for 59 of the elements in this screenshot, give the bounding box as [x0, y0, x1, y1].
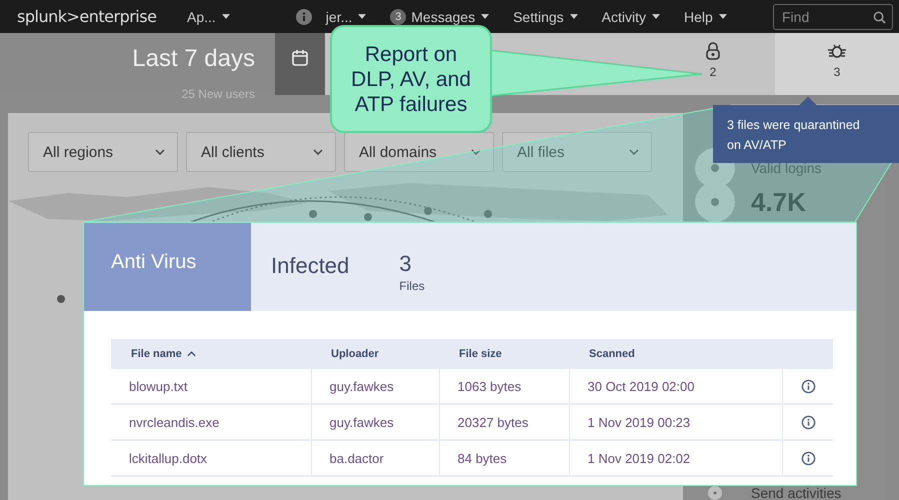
count-unit: Files	[399, 279, 425, 293]
stat-text: Send activities	[751, 486, 842, 500]
info-icon[interactable]	[800, 450, 816, 466]
search-icon	[873, 10, 886, 24]
map-marker	[57, 295, 65, 303]
calendar-button[interactable]	[275, 33, 325, 95]
nav-menu[interactable]: Messages	[411, 8, 490, 24]
filter-dropdown[interactable]: All regions	[28, 132, 178, 172]
table-cell: guy.fawkes	[311, 404, 439, 440]
info-icon	[296, 8, 312, 24]
table-cell: blowup.txt	[111, 369, 311, 404]
table-cell: 30 Oct 2019 02:00	[569, 369, 782, 404]
column-header[interactable]: Uploader	[311, 339, 439, 369]
calendar-icon	[291, 49, 309, 67]
nav-menu[interactable]: Ap...	[187, 8, 230, 24]
column-header[interactable]: File name	[111, 339, 311, 369]
callout: Report on DLP, AV, and ATP failures	[330, 25, 492, 133]
caret-icon	[570, 14, 578, 19]
caret-icon	[652, 14, 660, 19]
table-cell: 1063 bytes	[439, 369, 569, 404]
caret-icon	[222, 14, 230, 19]
chevron-icon	[629, 149, 639, 155]
table-cell: 84 bytes	[439, 440, 569, 476]
nav-menu[interactable]: Activity	[602, 8, 660, 24]
app-logo[interactable]: splunk>enterprise	[17, 7, 187, 26]
nav-menu[interactable]: Settings	[513, 8, 578, 24]
chevron-icon	[471, 149, 481, 155]
status-text: Infected	[271, 253, 350, 279]
tooltip-text: 3 files were quarantined on AV/ATP	[727, 117, 861, 154]
nav-menu[interactable]: jer...	[326, 8, 366, 24]
chevron-icon	[313, 149, 323, 155]
lock-icon	[703, 41, 723, 61]
stat-text: 4.7K	[751, 186, 806, 218]
filter-dropdown[interactable]: All domains	[344, 132, 494, 172]
message-count-badge: 3	[390, 8, 406, 24]
table-cell: 1 Nov 2019 02:02	[569, 440, 782, 476]
caret-icon	[718, 14, 727, 19]
search-field[interactable]: Find	[773, 4, 893, 30]
chevron-icon	[155, 149, 165, 155]
filter-dropdown[interactable]: All clients	[186, 132, 336, 172]
file-count: 3	[399, 251, 413, 277]
table-cell: ba.dactor	[311, 440, 439, 476]
table-cell: nvrcleandis.exe	[111, 404, 311, 440]
stat-tab[interactable]: 3	[775, 33, 899, 95]
ring-icon	[695, 182, 735, 222]
caret-icon	[358, 14, 366, 19]
column-header[interactable]: File size	[439, 339, 569, 369]
caret-icon	[481, 14, 490, 19]
column-header[interactable]: Scanned	[569, 339, 782, 369]
info-icon[interactable]	[800, 414, 816, 430]
period-title: Last 7 days	[132, 45, 255, 73]
nav-menu[interactable]: Help	[684, 8, 727, 24]
stat-tab[interactable]: 2	[651, 33, 775, 95]
card-title: Anti Virus	[84, 223, 251, 311]
table-cell: lckitallup.dotx	[111, 440, 311, 476]
table-cell: 20327 bytes	[439, 404, 569, 440]
table-cell: guy.fawkes	[311, 369, 439, 404]
info-icon[interactable]	[800, 378, 816, 394]
table-cell: 1 Nov 2019 00:23	[569, 404, 782, 440]
